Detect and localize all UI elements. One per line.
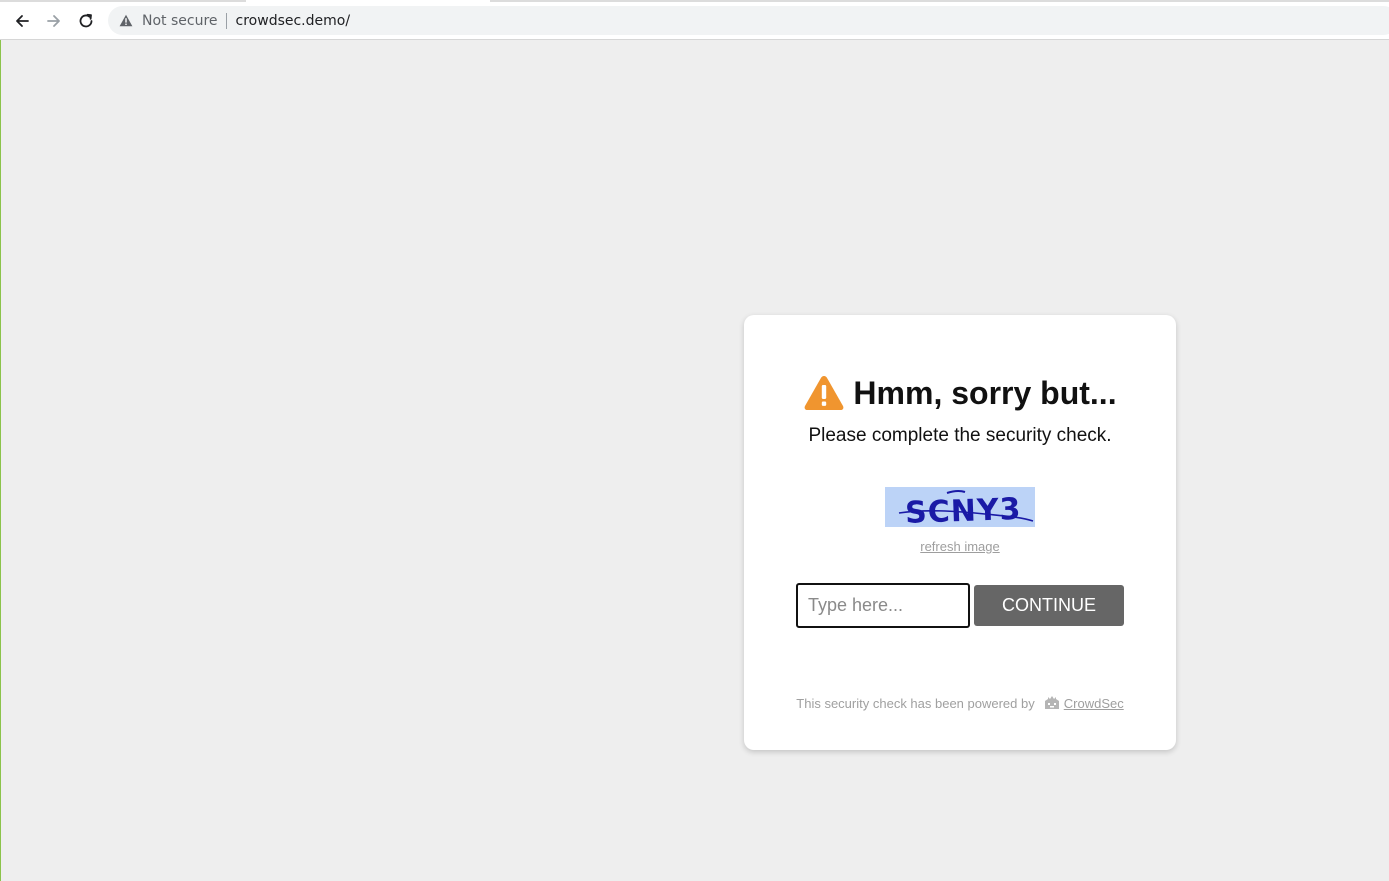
page-title: Hmm, sorry but... xyxy=(853,375,1117,411)
powered-by-text: This security check has been powered by xyxy=(796,695,1035,711)
captcha-answer-input[interactable] xyxy=(796,583,970,628)
reload-icon xyxy=(79,13,93,28)
instruction-text: Please complete the security check. xyxy=(808,425,1112,446)
warning-triangle-icon xyxy=(805,376,844,410)
crowdsec-logo-icon xyxy=(1044,696,1059,709)
security-status-label[interactable]: Not secure xyxy=(142,13,218,29)
heading-row: Hmm, sorry but... xyxy=(744,373,1176,413)
captcha-card: Hmm, sorry but... Please complete the se… xyxy=(744,315,1176,750)
continue-button[interactable]: CONTINUE xyxy=(974,585,1124,626)
page-left-edge xyxy=(0,40,1,881)
crowdsec-link[interactable]: CrowdSec xyxy=(1064,696,1124,711)
active-tab-edge[interactable] xyxy=(246,0,490,2)
browser-toolbar: Not secure crowdsec.demo/ xyxy=(0,0,1389,40)
captcha-image: SCNY3 xyxy=(885,487,1035,531)
reload-button[interactable] xyxy=(73,8,99,34)
forward-button[interactable] xyxy=(41,8,67,34)
refresh-image-link[interactable]: refresh image xyxy=(744,539,1176,554)
address-bar[interactable]: Not secure crowdsec.demo/ xyxy=(108,6,1389,35)
tab-strip-edge xyxy=(0,0,1389,2)
back-button[interactable] xyxy=(9,8,35,34)
arrow-right-icon xyxy=(47,15,60,27)
omnibox-divider xyxy=(225,12,227,29)
warning-triangle-icon[interactable] xyxy=(118,13,134,29)
powered-by-footer: This security check has been powered by … xyxy=(744,695,1176,711)
arrow-left-icon xyxy=(16,15,29,27)
url-text[interactable]: crowdsec.demo/ xyxy=(236,13,351,29)
captcha-text: SCNY3 xyxy=(905,492,1022,527)
